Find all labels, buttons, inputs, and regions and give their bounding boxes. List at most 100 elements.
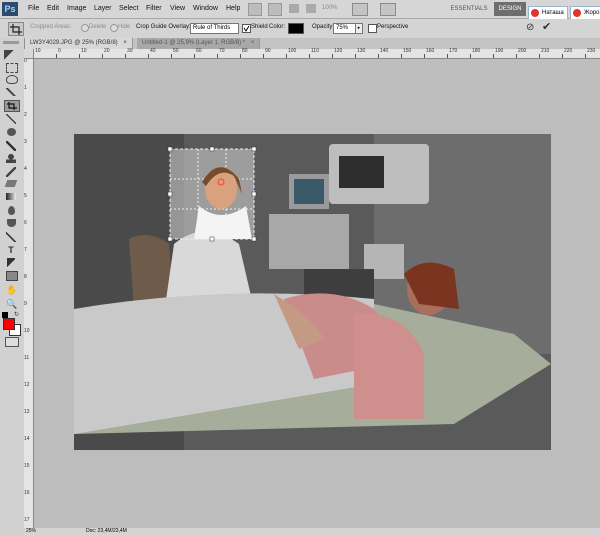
menu-window[interactable]: Window <box>193 5 218 12</box>
pen-tool-icon[interactable] <box>6 232 16 242</box>
color-label: Color: <box>269 24 286 30</box>
swap-colors-icon[interactable]: ↻ <box>14 312 21 318</box>
delete-radio[interactable] <box>81 24 89 32</box>
ruler-tick <box>171 54 172 58</box>
menu-select[interactable]: Select <box>119 5 138 12</box>
ruler-tick <box>102 54 103 58</box>
dodge-tool-icon[interactable] <box>7 219 16 227</box>
close-icon[interactable]: × <box>123 40 127 46</box>
eyedropper-tool-icon[interactable] <box>6 114 16 124</box>
ruler-tick <box>332 54 333 58</box>
menu-view[interactable]: View <box>170 5 185 12</box>
ruler-tick-label: 11 <box>24 355 30 361</box>
user-tab-zhoro[interactable]: Жоро <box>570 6 600 20</box>
ruler-tick <box>240 54 241 58</box>
close-icon[interactable]: × <box>251 40 255 46</box>
opacity-label: Opacity: <box>312 24 335 30</box>
blur-tool-icon[interactable] <box>8 206 15 215</box>
shield-label: Shield <box>251 24 268 30</box>
marquee-tool-icon[interactable] <box>6 63 18 73</box>
ruler-tick-label: 10 <box>24 328 30 334</box>
brush-tool-icon[interactable] <box>6 141 16 151</box>
perspective-checkbox[interactable] <box>368 24 377 33</box>
ruler-tick-label: 10 <box>81 48 87 54</box>
ruler-tick <box>470 54 471 58</box>
ruler-tick-label: 14 <box>24 436 30 442</box>
ruler-tick-label: 1 <box>24 85 27 91</box>
ruler-tick <box>217 54 218 58</box>
zoom-tool-icon[interactable]: 🔍 <box>6 299 17 309</box>
menu-layer[interactable]: Layer <box>94 5 112 12</box>
cancel-icon[interactable]: ⊘ <box>526 23 534 33</box>
path-selection-tool-icon[interactable] <box>7 258 15 268</box>
menu-file[interactable]: File <box>28 5 39 12</box>
opacity-input[interactable]: 75% <box>333 23 357 34</box>
tools-panel-grip[interactable] <box>3 41 19 44</box>
eraser-tool-icon[interactable] <box>4 180 18 187</box>
ruler-vertical: 0 1 2 3 4 5 6 7 8 9 10 11 12 13 14 15 16 17 <box>24 49 34 535</box>
delete-label: Delete <box>89 24 107 30</box>
ruler-tick-label: 220 <box>564 48 573 54</box>
ruler-tick-label: 100 <box>288 48 297 54</box>
status-zoom[interactable]: 25% <box>26 528 36 534</box>
ruler-origin[interactable] <box>24 49 34 59</box>
arrange-documents-icon[interactable] <box>352 3 368 16</box>
ruler-tick-label: 170 <box>449 48 458 54</box>
menu-edit[interactable]: Edit <box>47 5 59 12</box>
essentials-workspace[interactable]: ESSENTIALS <box>447 3 491 16</box>
zoom-level[interactable]: 100% <box>322 5 337 11</box>
lasso-tool-icon[interactable] <box>6 75 18 84</box>
design-workspace[interactable]: DESIGN <box>494 2 526 16</box>
shield-color-swatch[interactable] <box>288 23 304 34</box>
history-brush-tool-icon[interactable] <box>6 167 16 177</box>
quick-mask-icon[interactable] <box>5 337 19 347</box>
user-tab-natasha[interactable]: Наташа <box>528 6 568 20</box>
ruler-tick <box>79 54 80 58</box>
menu-image[interactable]: Image <box>67 5 86 12</box>
screen-mode-icon[interactable] <box>380 3 396 16</box>
menu-help[interactable]: Help <box>226 5 240 12</box>
ruler-tick-label: 0 <box>24 58 27 64</box>
hand-tool-icon[interactable]: ✋ <box>6 285 17 295</box>
opacity-dropdown-arrow-icon[interactable]: ▸ <box>355 23 363 34</box>
clone-stamp-tool-icon[interactable] <box>6 154 16 163</box>
ruler-tick <box>562 54 563 58</box>
gradient-tool-icon[interactable] <box>6 193 16 200</box>
foreground-color-swatch[interactable] <box>3 318 15 330</box>
ruler-tick-label: 80 <box>242 48 248 54</box>
heart-icon <box>531 9 539 17</box>
ruler-tick-label: 16 <box>24 490 30 496</box>
mini-bridge-icon[interactable] <box>268 3 282 16</box>
ruler-tick-label: 180 <box>472 48 481 54</box>
ruler-tick-label: 5 <box>24 193 27 199</box>
menu-bar: Ps File Edit Image Layer Select Filter V… <box>0 0 600 20</box>
move-tool-icon[interactable] <box>4 50 18 60</box>
ruler-tick-label: 120 <box>334 48 343 54</box>
ruler-tick <box>263 54 264 58</box>
shield-checkbox[interactable] <box>242 24 251 33</box>
tools-panel: T ✋ 🔍 ↻ <box>0 38 25 535</box>
options-bar: Cropped Areas: Delete Hide Crop Guide Ov… <box>0 19 600 39</box>
ruler-tick-label: 40 <box>150 48 156 54</box>
ruler-tick-label: 3 <box>24 139 27 145</box>
document-image[interactable] <box>74 134 551 450</box>
bridge-icon[interactable] <box>248 3 262 16</box>
crop-guide-overlay-select[interactable]: Rule of Thirds <box>190 23 239 34</box>
hide-radio[interactable] <box>110 24 118 32</box>
cropped-areas-label: Cropped Areas: <box>30 24 72 30</box>
hand-zoom-icon[interactable] <box>289 4 299 13</box>
tab-lw3y4029[interactable]: LW3Y4029.JPG @ 25% (RGB/8) × <box>25 38 133 49</box>
quick-selection-tool-icon[interactable] <box>6 88 16 96</box>
commit-checkmark-icon[interactable]: ✔ <box>542 22 551 33</box>
crop-tool-icon[interactable] <box>4 100 20 112</box>
ruler-tick-label: 12 <box>24 382 30 388</box>
ruler-tick-label: 30 <box>127 48 133 54</box>
ruler-tick-label: 20 <box>104 48 110 54</box>
menu-filter[interactable]: Filter <box>146 5 162 12</box>
spot-healing-tool-icon[interactable] <box>7 128 16 136</box>
crop-tool-preset-icon[interactable] <box>8 22 24 36</box>
ruler-tick-label: 150 <box>403 48 412 54</box>
crop-icon <box>7 102 17 110</box>
rectangle-tool-icon[interactable] <box>6 271 18 281</box>
zoom-tool-icon[interactable] <box>306 4 316 13</box>
